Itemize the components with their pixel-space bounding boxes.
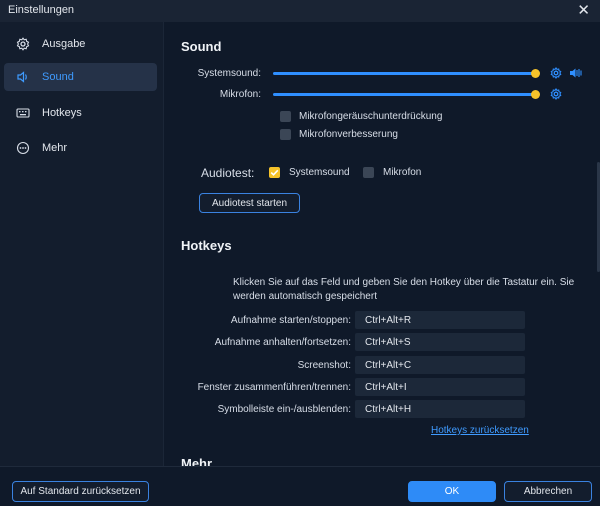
system-sound-slider[interactable]	[273, 67, 540, 79]
microphone-label: Mikrofon:	[219, 89, 261, 100]
noise-suppression-label: Mikrofongeräuschunterdrückung	[299, 111, 443, 122]
reset-hotkeys-link[interactable]: Hotkeys zurücksetzen	[431, 425, 529, 436]
noise-suppression-checkbox[interactable]	[280, 111, 291, 122]
sidebar-item-ausgabe[interactable]: Ausgabe	[4, 30, 157, 58]
settings-gear-icon[interactable]	[550, 67, 562, 79]
slider-track	[273, 93, 536, 96]
start-audiotest-button[interactable]: Audiotest starten	[199, 193, 300, 213]
ok-button[interactable]: OK	[408, 481, 496, 502]
sidebar-item-label: Ausgabe	[42, 38, 86, 50]
microphone-slider[interactable]	[273, 88, 540, 100]
hotkey-label: Aufnahme anhalten/fortsetzen:	[214, 337, 351, 348]
mic-settings-gear-icon[interactable]	[550, 88, 562, 100]
hotkey-label: Screenshot:	[297, 360, 351, 371]
close-icon[interactable]: ✕	[577, 2, 590, 20]
title-bar: Einstellungen ✕	[0, 0, 600, 22]
section-title-more: Mehr	[181, 456, 213, 466]
sidebar-item-label: Hotkeys	[42, 107, 82, 119]
audiotest-system-checkbox[interactable]	[269, 167, 280, 178]
system-sound-label: Systemsound:	[197, 68, 261, 79]
section-title-sound: Sound	[181, 39, 222, 54]
sidebar-item-label: Sound	[42, 71, 74, 83]
hotkey-input-record[interactable]: Ctrl+Alt+R	[355, 311, 525, 329]
speaker-icon	[16, 70, 30, 84]
sidebar-item-mehr[interactable]: Mehr	[4, 134, 157, 162]
section-title-hotkeys: Hotkeys	[181, 238, 232, 253]
slider-thumb[interactable]	[531, 90, 540, 99]
checkmark-icon	[270, 169, 279, 176]
speaker-mute-icon[interactable]	[569, 67, 583, 79]
gear-icon	[16, 37, 30, 51]
hotkey-input-merge[interactable]: Ctrl+Alt+I	[355, 378, 525, 396]
cancel-button[interactable]: Abbrechen	[504, 481, 592, 502]
hotkey-label: Symbolleiste ein-/ausblenden:	[217, 404, 351, 415]
mic-enhancement-checkbox[interactable]	[280, 129, 291, 140]
audiotest-mic-label: Mikrofon	[383, 167, 422, 178]
reset-default-button[interactable]: Auf Standard zurücksetzen	[12, 481, 149, 502]
mic-enhancement-label: Mikrofonverbesserung	[299, 129, 398, 140]
hotkey-input-toolbar[interactable]: Ctrl+Alt+H	[355, 400, 525, 418]
audiotest-label: Audiotest:	[201, 166, 255, 180]
hotkey-input-pause[interactable]: Ctrl+Alt+S	[355, 333, 525, 351]
slider-thumb[interactable]	[531, 69, 540, 78]
settings-content[interactable]: Sound Systemsound: Mikrofon: Mikrofonger…	[165, 22, 600, 466]
hotkey-label: Aufnahme starten/stoppen:	[230, 315, 351, 326]
audiotest-mic-checkbox[interactable]	[363, 167, 374, 178]
sidebar-item-sound[interactable]: Sound	[4, 63, 157, 91]
audiotest-system-label: Systemsound	[289, 167, 350, 178]
hotkey-input-screenshot[interactable]: Ctrl+Alt+C	[355, 356, 525, 374]
sidebar: Ausgabe Sound Hotkeys Mehr	[0, 22, 164, 466]
slider-track	[273, 72, 536, 75]
sidebar-item-label: Mehr	[42, 142, 68, 154]
hotkeys-description: Klicken Sie auf das Feld und geben Sie d…	[233, 277, 575, 302]
footer: Auf Standard zurücksetzen OK Abbrechen	[0, 466, 600, 506]
keyboard-icon	[16, 106, 30, 120]
window-title: Einstellungen	[8, 4, 75, 16]
sidebar-item-hotkeys[interactable]: Hotkeys	[4, 99, 157, 127]
more-dots-icon	[16, 141, 30, 155]
hotkey-label: Fenster zusammenführen/trennen:	[197, 382, 351, 393]
